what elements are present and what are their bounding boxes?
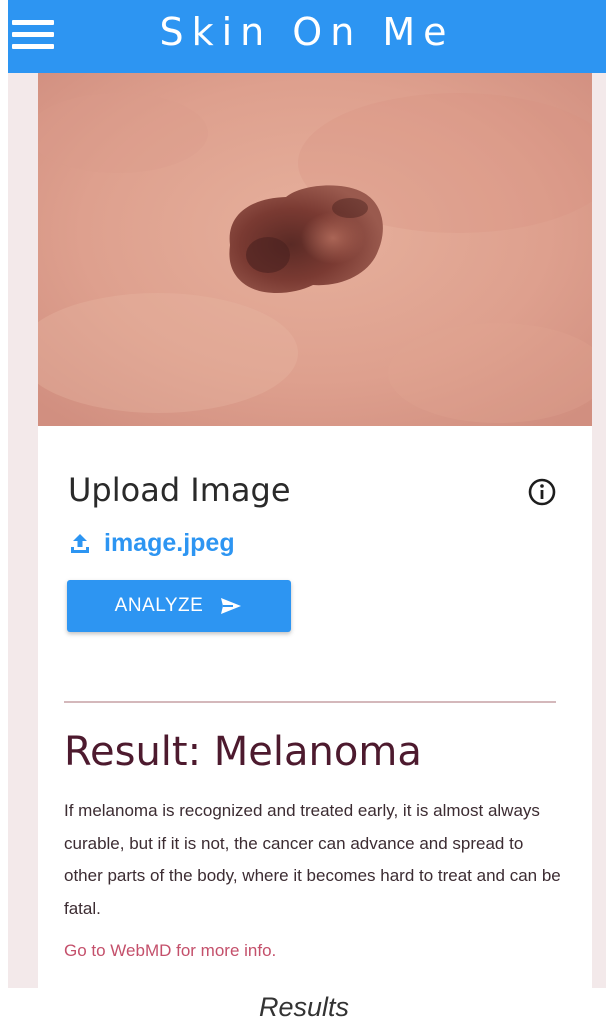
skin-lesion-image xyxy=(38,73,592,426)
upload-image-heading: Upload Image xyxy=(68,471,291,509)
file-name: image.jpeg xyxy=(104,529,235,557)
figure-caption: Results xyxy=(258,992,350,1022)
webmd-link[interactable]: Go to WebMD for more info. xyxy=(64,941,276,961)
upload-icon xyxy=(68,532,92,556)
send-icon xyxy=(219,596,243,616)
analyze-button[interactable]: ANALYZE xyxy=(67,580,291,632)
result-description: If melanoma is recognized and treated ea… xyxy=(64,801,561,918)
phone-screen: Skin On Me Upload Image image.jpeg ANALY… xyxy=(8,0,606,988)
section-divider xyxy=(64,701,556,703)
app-bar: Skin On Me xyxy=(8,0,606,73)
info-icon[interactable] xyxy=(527,477,557,507)
analyze-button-label: ANALYZE xyxy=(114,595,204,616)
result-title: Result: Melanoma xyxy=(64,729,422,775)
content-card: Upload Image image.jpeg ANALYZE Result: … xyxy=(38,73,592,988)
app-title: Skin On Me xyxy=(159,10,455,54)
selected-file[interactable]: image.jpeg xyxy=(68,529,235,558)
